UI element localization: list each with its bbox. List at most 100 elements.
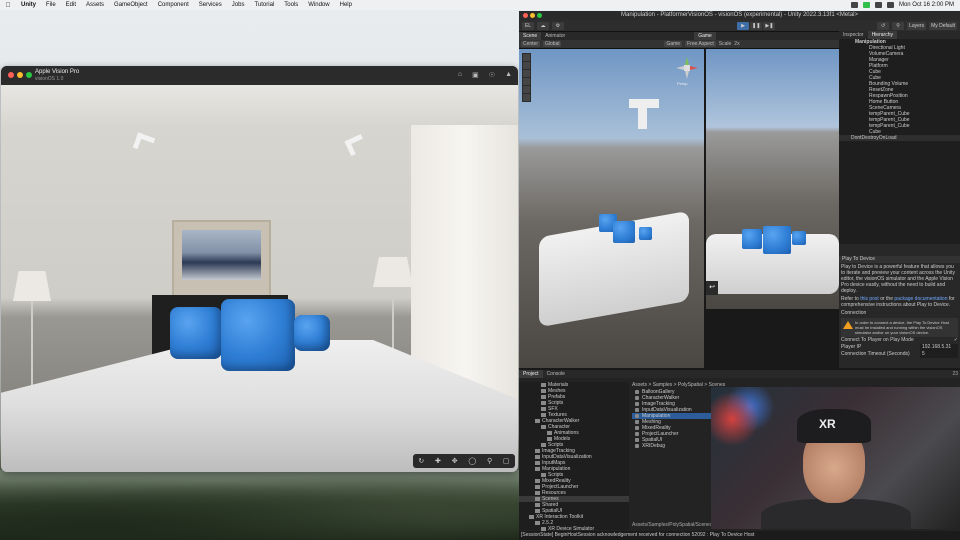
interact-mode-icon[interactable]: ↻ bbox=[418, 457, 424, 465]
play-to-device-description: Play to Device is a powerful feature tha… bbox=[841, 264, 955, 294]
zoom-icon[interactable]: ⚲ bbox=[487, 457, 492, 465]
tab-scene[interactable]: Scene bbox=[519, 32, 542, 40]
menu-help[interactable]: Help bbox=[335, 2, 357, 8]
volume-corner-handle[interactable] bbox=[629, 99, 659, 129]
blue-cube[interactable] bbox=[792, 231, 806, 245]
aspect-dropdown[interactable]: Free Aspect bbox=[685, 41, 716, 47]
volume-corner-handle[interactable] bbox=[344, 133, 368, 157]
menubar-clock[interactable]: Mon Oct 16 2:00 PM bbox=[899, 2, 954, 8]
account-button[interactable]: EL bbox=[522, 21, 534, 30]
view-subtoolbar: Center Global Game Free Aspect Scale 2x bbox=[519, 40, 839, 49]
scale-tool-icon[interactable] bbox=[523, 78, 530, 85]
orbit-icon[interactable]: ◯ bbox=[468, 457, 476, 465]
persp-label: Persp bbox=[677, 81, 688, 86]
step-button[interactable]: ▶❚ bbox=[763, 21, 776, 30]
close-window-button[interactable] bbox=[523, 12, 528, 18]
wifi-icon[interactable] bbox=[874, 2, 882, 8]
history-icon[interactable]: ↺ bbox=[877, 21, 890, 30]
tab-animator[interactable]: Animator bbox=[541, 32, 569, 40]
camera-icon[interactable]: ▣ bbox=[472, 71, 479, 79]
scene-file[interactable]: XRIDebug bbox=[632, 443, 712, 449]
hand-tool-icon[interactable] bbox=[523, 54, 530, 61]
move-tool-icon[interactable] bbox=[523, 62, 530, 69]
folder-icon bbox=[541, 394, 546, 399]
tray-icon[interactable] bbox=[850, 2, 858, 8]
folder-icon bbox=[541, 388, 546, 393]
play-button[interactable]: ▶ bbox=[737, 21, 749, 30]
tab-hierarchy[interactable]: Hierarchy bbox=[867, 31, 897, 39]
volume-corner-handle[interactable] bbox=[132, 132, 156, 154]
menu-gameobject[interactable]: GameObject bbox=[109, 2, 153, 8]
record-icon[interactable]: ☉ bbox=[489, 71, 495, 79]
layers-dropdown[interactable]: Layers bbox=[907, 21, 927, 30]
pivot-center-dropdown[interactable]: Center bbox=[521, 41, 541, 47]
tab-game[interactable]: Game bbox=[694, 32, 716, 40]
zoom-window-button[interactable] bbox=[26, 72, 32, 78]
apple-icon[interactable]:  bbox=[0, 2, 16, 9]
rotate-tool-icon[interactable] bbox=[523, 70, 530, 77]
home-icon[interactable]: ⌂ bbox=[458, 71, 462, 79]
blue-cube[interactable] bbox=[613, 221, 635, 243]
timeout-field[interactable]: 5 bbox=[920, 351, 958, 358]
rect-tool-icon[interactable] bbox=[523, 86, 530, 93]
blue-cube[interactable] bbox=[170, 307, 222, 359]
facetime-tray-icon[interactable] bbox=[862, 2, 870, 8]
menu-assets[interactable]: Assets bbox=[81, 2, 109, 8]
menu-file[interactable]: File bbox=[41, 2, 61, 8]
blue-cube[interactable] bbox=[742, 229, 762, 249]
minimize-window-button[interactable] bbox=[530, 12, 535, 18]
game-view[interactable]: ↩ bbox=[706, 49, 839, 309]
menu-component[interactable]: Component bbox=[153, 2, 194, 8]
hierarchy-dontdestroy[interactable]: DontDestroyOnLoad bbox=[839, 135, 960, 141]
transform-tool-icon[interactable] bbox=[523, 94, 530, 101]
pan-icon[interactable]: ✥ bbox=[452, 457, 458, 465]
simulator-title: Apple Vision Pro bbox=[35, 69, 80, 75]
menu-edit[interactable]: Edit bbox=[61, 2, 81, 8]
unity-editor-window: Manipulation - PlatformerVisionOS - visi… bbox=[519, 11, 960, 540]
menu-tutorial[interactable]: Tutorial bbox=[249, 2, 279, 8]
cloud-icon[interactable]: ☁ bbox=[537, 21, 549, 30]
orientation-gizmo-icon[interactable] bbox=[676, 57, 698, 79]
project-panel: Project Console Materials Meshes Prefabs… bbox=[519, 370, 960, 532]
search-icon[interactable]: ⚲ bbox=[892, 21, 905, 30]
close-window-button[interactable] bbox=[8, 72, 14, 78]
device-icon[interactable]: ▲ bbox=[505, 71, 512, 79]
layout-dropdown[interactable]: My Default bbox=[929, 21, 957, 30]
blue-cube[interactable] bbox=[221, 299, 295, 371]
asset-count: 23 bbox=[952, 371, 958, 377]
unity-status-bar[interactable]: [SessionState] BeginHostSession acknowle… bbox=[519, 531, 960, 540]
folder-icon bbox=[535, 508, 540, 513]
unity-titlebar[interactable]: Manipulation - PlatformerVisionOS - visi… bbox=[519, 11, 960, 20]
player-ip-field[interactable]: 192.168.5.31 bbox=[920, 344, 958, 351]
simulated-room-view[interactable] bbox=[1, 85, 518, 472]
menu-unity[interactable]: Unity bbox=[16, 2, 41, 8]
home-button-icon[interactable]: ↩ bbox=[706, 281, 718, 295]
menu-jobs[interactable]: Jobs bbox=[227, 2, 250, 8]
tab-console[interactable]: Console bbox=[543, 370, 569, 378]
capture-icon[interactable]: ▢ bbox=[503, 457, 510, 465]
blue-cube[interactable] bbox=[294, 315, 330, 351]
menu-tools[interactable]: Tools bbox=[279, 2, 303, 8]
scale-value[interactable]: 2x bbox=[734, 41, 739, 47]
scene-view[interactable]: Persp bbox=[519, 49, 704, 368]
tab-inspector[interactable]: Inspector bbox=[839, 31, 868, 39]
connect-on-play-checkbox[interactable]: ✓ bbox=[954, 337, 958, 344]
menu-window[interactable]: Window bbox=[303, 2, 334, 8]
connect-on-play-row: Connect To Player on Play Mode ✓ bbox=[841, 337, 958, 344]
connection-foldout[interactable]: Connection bbox=[841, 310, 958, 316]
minimize-window-button[interactable] bbox=[17, 72, 23, 78]
tab-project[interactable]: Project bbox=[519, 370, 543, 378]
blue-cube[interactable] bbox=[763, 226, 791, 254]
game-display-dropdown[interactable]: Game bbox=[664, 41, 683, 47]
global-local-dropdown[interactable]: Global bbox=[543, 41, 562, 47]
simulator-titlebar[interactable]: Apple Vision Pro visionOS 1.0 ⌂ ▣ ☉ ▲ bbox=[1, 66, 518, 85]
project-breadcrumb[interactable]: Assets > Samples > PolySpatial > Scenes bbox=[632, 382, 725, 389]
collab-icon[interactable]: ⚙ bbox=[552, 21, 564, 30]
blue-cube[interactable] bbox=[639, 227, 652, 240]
zoom-window-button[interactable] bbox=[537, 12, 542, 18]
move-icon[interactable]: ✚ bbox=[435, 457, 441, 465]
pause-button[interactable]: ❚❚ bbox=[750, 21, 763, 30]
control-center-icon[interactable] bbox=[886, 2, 894, 8]
warning-icon bbox=[843, 321, 853, 329]
menu-services[interactable]: Services bbox=[194, 2, 227, 8]
